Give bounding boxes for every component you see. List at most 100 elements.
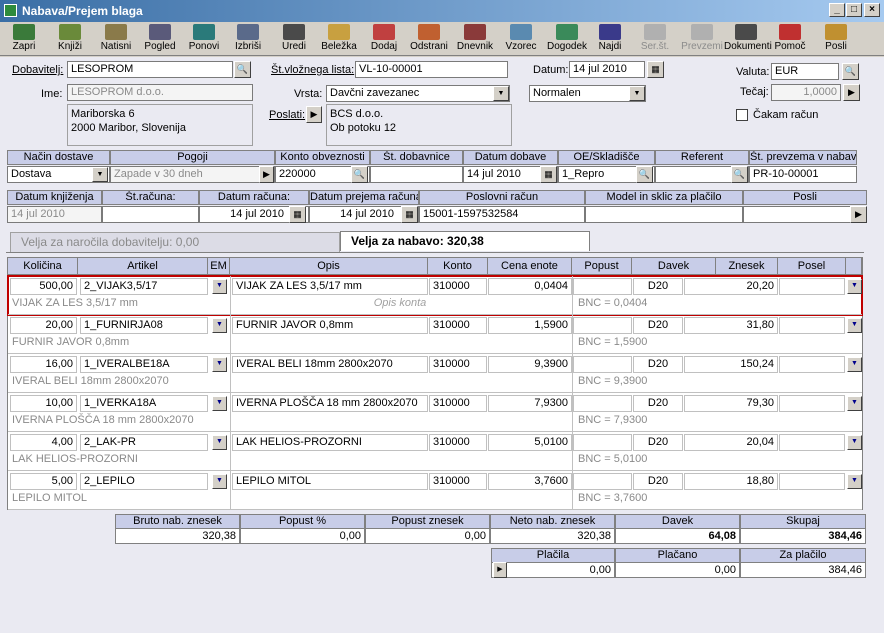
info2-field[interactable]: 15001-1597532584 <box>419 206 585 223</box>
deal-cell[interactable] <box>779 473 845 490</box>
currency-input[interactable]: EUR <box>771 63 839 80</box>
deal-cell[interactable] <box>779 278 845 295</box>
supplier-input[interactable]: LESOPROM <box>67 61 233 78</box>
table-row[interactable]: 4,00 2_LAK-PR ▼ LAK HELIOS-PROZORNI 310000 5,… <box>8 432 862 471</box>
dokumenti-button[interactable]: Dokumenti <box>724 23 772 55</box>
tax-cell[interactable]: D20 <box>633 473 683 490</box>
name-input[interactable]: LESOPROM d.o.o. <box>67 84 253 101</box>
chevron-down-icon[interactable]: ▼ <box>847 279 862 294</box>
amount-cell[interactable]: 20,04 <box>684 434 778 451</box>
article-cell[interactable]: 1_FURNIRJA08 <box>80 317 208 334</box>
deal-cell[interactable] <box>779 356 845 373</box>
dodaj-button[interactable]: Dodaj <box>364 23 404 55</box>
amount-cell[interactable]: 150,24 <box>684 356 778 373</box>
quantity-cell[interactable]: 10,00 <box>10 395 77 412</box>
description-cell[interactable]: IVERNA PLOŠČA 18 mm 2800x2070 <box>232 395 428 412</box>
natisni-button[interactable]: Natisni <box>96 23 136 55</box>
tax-cell[interactable]: D20 <box>633 317 683 334</box>
discount-cell[interactable] <box>573 473 632 490</box>
table-row[interactable]: 5,00 2_LEPILO ▼ LEPILO MITOL 310000 3,7600 D20… <box>8 471 862 510</box>
article-cell[interactable]: 2_VIJAK3,5/17 <box>80 278 208 295</box>
discount-cell[interactable] <box>573 434 632 451</box>
dogodek-button[interactable]: Dogodek <box>544 23 590 55</box>
dnevnik-button[interactable]: Dnevnik <box>452 23 498 55</box>
calendar-icon[interactable]: ▦ <box>401 206 418 223</box>
info2-field[interactable] <box>102 206 199 223</box>
article-cell[interactable]: 1_IVERKA18A <box>80 395 208 412</box>
rate-arrow-button[interactable]: ▶ <box>843 84 860 101</box>
date-input[interactable]: 14 jul 2010 <box>569 61 645 78</box>
beleka-button[interactable]: Beležka <box>318 23 360 55</box>
info1-field[interactable]: Zapade v 30 dneh <box>110 166 275 183</box>
quantity-cell[interactable]: 500,00 <box>10 278 77 295</box>
account-cell[interactable]: 310000 <box>429 434 487 451</box>
chevron-down-icon[interactable]: ▼ <box>212 318 227 333</box>
account-cell[interactable]: 310000 <box>429 278 487 295</box>
send-arrow-button[interactable]: ▶ <box>306 106 322 123</box>
najdi-button[interactable]: Najdi <box>592 23 628 55</box>
chevron-down-icon[interactable]: ▼ <box>847 474 862 489</box>
zapri-button[interactable]: Zapri <box>6 23 42 55</box>
description-cell[interactable]: LEPILO MITOL <box>232 473 428 490</box>
pogled-button[interactable]: Pogled <box>142 23 178 55</box>
chevron-down-icon[interactable]: ▼ <box>212 357 227 372</box>
chevron-down-icon[interactable]: ▼ <box>847 357 862 372</box>
table-row[interactable]: 10,00 1_IVERKA18A ▼ IVERNA PLOŠČA 18 mm 280… <box>8 393 862 432</box>
quantity-cell[interactable]: 20,00 <box>10 317 77 334</box>
info1-field[interactable] <box>370 166 463 183</box>
prevzemi-button[interactable]: Prevzemi <box>680 23 724 55</box>
article-cell[interactable]: 2_LAK-PR <box>80 434 208 451</box>
discount-cell[interactable] <box>573 395 632 412</box>
account-cell[interactable]: 310000 <box>429 317 487 334</box>
unit-price-cell[interactable]: 7,9300 <box>488 395 572 412</box>
currency-search-button[interactable]: 🔍 <box>842 63 859 80</box>
account-search-button[interactable]: 🔍 <box>351 166 368 183</box>
sert-button[interactable]: Ser.št. <box>634 23 676 55</box>
amount-cell[interactable]: 20,20 <box>684 278 778 295</box>
info2-field[interactable]: 14 jul 2010 <box>7 206 102 223</box>
description-cell[interactable]: FURNIR JAVOR 0,8mm <box>232 317 428 334</box>
odstrani-button[interactable]: Odstrani <box>406 23 452 55</box>
entry-list-input[interactable]: VL-10-00001 <box>355 61 508 78</box>
quantity-cell[interactable]: 4,00 <box>10 434 77 451</box>
account-cell[interactable]: 310000 <box>429 395 487 412</box>
account-cell[interactable]: 310000 <box>429 356 487 373</box>
payment-value[interactable]: 0,00 <box>615 562 740 578</box>
unit-price-cell[interactable]: 3,7600 <box>488 473 572 490</box>
izbrii-button[interactable]: Izbriši <box>230 23 266 55</box>
quantity-cell[interactable]: 16,00 <box>10 356 77 373</box>
maximize-button[interactable]: □ <box>846 3 862 17</box>
pomo-button[interactable]: Pomoč <box>770 23 810 55</box>
minimize-button[interactable]: _ <box>829 3 845 17</box>
condition-arrow-button[interactable]: ▶ <box>259 166 274 183</box>
tax-cell[interactable]: D20 <box>633 395 683 412</box>
tax-cell[interactable]: D20 <box>633 278 683 295</box>
quantity-cell[interactable]: 5,00 <box>10 473 77 490</box>
calendar-icon[interactable]: ▦ <box>647 61 664 78</box>
payment-value[interactable]: 0,00 <box>491 562 615 578</box>
chevron-down-icon[interactable]: ▼ <box>847 318 862 333</box>
table-row[interactable]: 16,00 1_IVERALBE18A ▼ IVERAL BELI 18mm 2800… <box>8 354 862 393</box>
chevron-down-icon[interactable]: ▼ <box>92 167 108 182</box>
unit-price-cell[interactable]: 0,0404 <box>488 278 572 295</box>
table-row[interactable]: 20,00 1_FURNIRJA08 ▼ FURNIR JAVOR 0,8mm 3100… <box>8 315 862 354</box>
vzorec-button[interactable]: Vzorec <box>498 23 544 55</box>
info2-field[interactable] <box>585 206 743 223</box>
description-cell[interactable]: LAK HELIOS-PROZORNI <box>232 434 428 451</box>
amount-cell[interactable]: 79,30 <box>684 395 778 412</box>
warehouse-search-button[interactable]: 🔍 <box>636 166 653 183</box>
supplier-search-button[interactable]: 🔍 <box>234 61 251 78</box>
info2-field[interactable] <box>743 206 867 223</box>
discount-cell[interactable] <box>573 356 632 373</box>
info1-field[interactable]: PR-10-00001 <box>749 166 857 183</box>
waiting-invoice-checkbox[interactable] <box>736 109 748 121</box>
uredi-button[interactable]: Uredi <box>276 23 312 55</box>
knjii-button[interactable]: Knjiži <box>52 23 88 55</box>
chevron-down-icon[interactable]: ▼ <box>847 396 862 411</box>
unit-price-cell[interactable]: 1,5900 <box>488 317 572 334</box>
chevron-down-icon[interactable]: ▼ <box>212 279 227 294</box>
tax-cell[interactable]: D20 <box>633 356 683 373</box>
payment-arrow-button[interactable]: ▶ <box>493 562 507 578</box>
deal-cell[interactable] <box>779 317 845 334</box>
description-cell[interactable]: IVERAL BELI 18mm 2800x2070 <box>232 356 428 373</box>
